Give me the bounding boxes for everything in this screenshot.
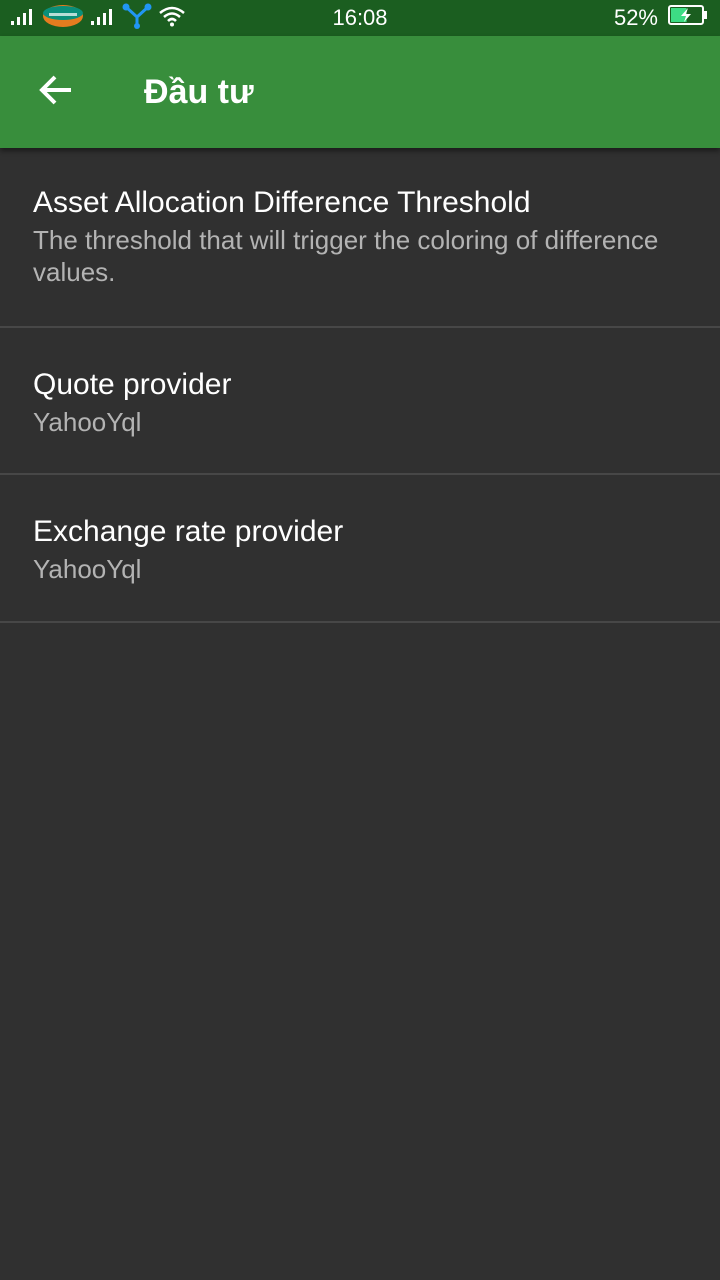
- preferences-list: Asset Allocation Difference Threshold Th…: [0, 148, 720, 623]
- battery-percent: 52%: [613, 5, 658, 30]
- back-button[interactable]: [20, 56, 92, 128]
- status-time: 16:08: [332, 5, 388, 30]
- pref-asset-allocation-threshold[interactable]: Asset Allocation Difference Threshold Th…: [0, 148, 720, 328]
- pref-exchange-rate-provider[interactable]: Exchange rate provider YahooYql: [0, 475, 720, 623]
- pref-summary: The threshold that will trigger the colo…: [33, 225, 659, 287]
- pref-title: Asset Allocation Difference Threshold: [33, 186, 531, 219]
- pref-quote-provider[interactable]: Quote provider YahooYql: [0, 328, 720, 475]
- pref-summary: YahooYql: [33, 554, 142, 584]
- app-bar: Đầu tư: [0, 36, 720, 148]
- pref-summary: YahooYql: [33, 407, 142, 437]
- battery-charging-icon: [668, 5, 708, 31]
- pref-title: Exchange rate provider: [33, 515, 344, 548]
- status-bar: 16:08 52%: [0, 0, 720, 36]
- status-icons-right: 52%: [614, 0, 708, 36]
- page-title: Đầu tư: [144, 73, 254, 111]
- arrow-back-icon: [38, 72, 74, 113]
- pref-title: Quote provider: [33, 368, 232, 401]
